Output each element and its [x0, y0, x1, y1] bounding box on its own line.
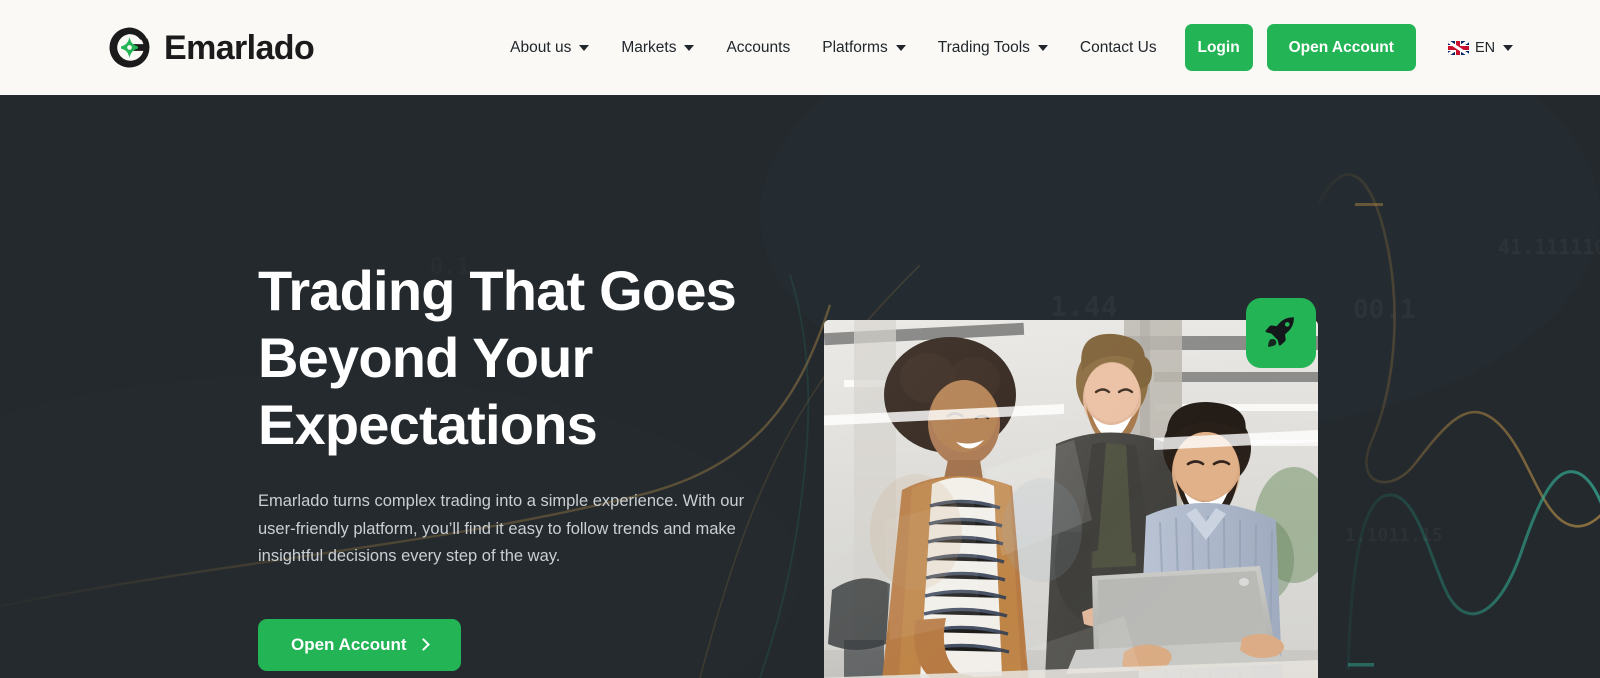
brand-name: Emarlado — [164, 28, 315, 67]
chevron-down-icon — [895, 44, 906, 51]
open-account-button-hero[interactable]: Open Account — [258, 618, 461, 671]
nav-item-about-us[interactable]: About us — [494, 28, 605, 68]
office-team-photo — [824, 320, 1318, 678]
nav-label: About us — [510, 38, 572, 56]
chevron-down-icon — [1503, 44, 1514, 51]
hero-description: Emarlado turns complex trading into a si… — [258, 492, 745, 565]
open-account-button-header[interactable]: Open Account — [1266, 24, 1416, 71]
login-button[interactable]: Login — [1184, 24, 1253, 71]
nav-item-platforms[interactable]: Platforms — [806, 28, 921, 68]
chevron-down-icon — [579, 44, 590, 51]
brand-logo[interactable]: Emarlado — [106, 24, 315, 71]
chevron-down-icon — [684, 44, 695, 51]
hero-section: 1.44 41.1111101 00.1 1.1011.15 1.10111 0… — [0, 95, 1600, 678]
emarlado-circle-star-logo-icon — [106, 24, 153, 71]
headline-line-1: Trading That Goes — [258, 259, 737, 322]
nav-item-markets[interactable]: Markets — [605, 28, 710, 68]
language-selector[interactable]: EN — [1447, 39, 1514, 56]
site-header: Emarlado About us Markets Accounts Platf… — [0, 0, 1600, 95]
nav-item-contact-us[interactable]: Contact Us — [1064, 28, 1173, 68]
language-code: EN — [1474, 39, 1496, 56]
page-title: Trading That Goes Beyond Your Expectatio… — [258, 257, 788, 458]
uk-flag-icon — [1447, 40, 1469, 55]
headline-line-2: Beyond Your — [258, 326, 593, 389]
rocket-badge — [1246, 298, 1316, 368]
nav-label: Accounts — [726, 38, 791, 56]
nav-label: Trading Tools — [937, 38, 1030, 56]
headline-line-3: Expectations — [258, 393, 598, 456]
open-account-label: Open Account — [291, 634, 407, 654]
nav-label: Markets — [621, 38, 677, 56]
nav-label: Platforms — [822, 38, 888, 56]
main-navigation: About us Markets Accounts Platforms Trad… — [494, 24, 1514, 71]
chevron-right-icon — [416, 637, 430, 651]
chevron-down-icon — [1037, 44, 1048, 51]
nav-item-trading-tools[interactable]: Trading Tools — [922, 28, 1064, 68]
rocket-icon — [1264, 314, 1298, 353]
nav-item-accounts[interactable]: Accounts — [710, 28, 806, 68]
hero-photo — [824, 320, 1318, 678]
nav-label: Contact Us — [1079, 38, 1157, 56]
hero-copy: Trading That Goes Beyond Your Expectatio… — [258, 257, 788, 671]
